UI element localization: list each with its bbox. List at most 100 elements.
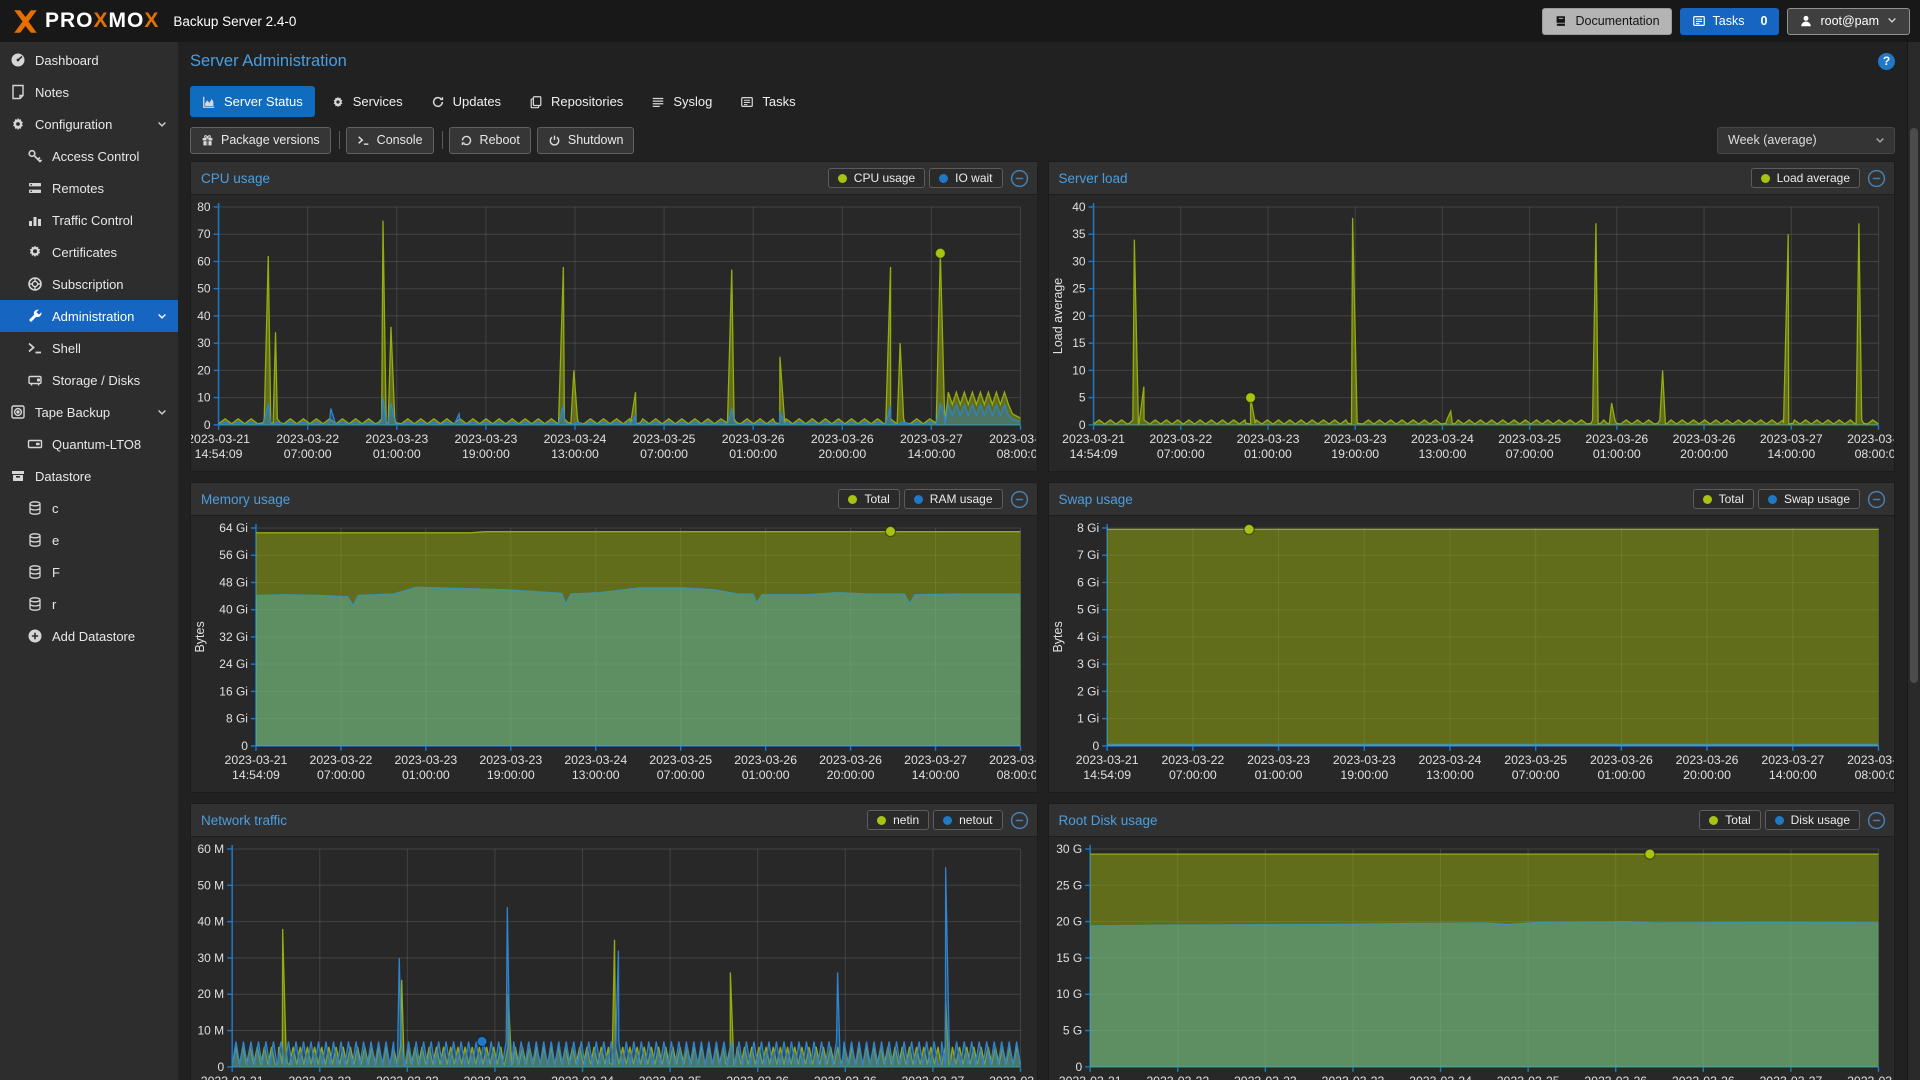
plus-circle-icon (27, 628, 43, 644)
tab-label: Updates (453, 94, 501, 109)
load-panel-title: Server load (1059, 171, 1128, 186)
swap-chart: 8 Gi7 Gi6 Gi5 Gi4 Gi3 Gi2 Gi1 Gi02023-03… (1049, 516, 1894, 792)
user-icon (1799, 14, 1813, 28)
chevron-down-icon (156, 406, 168, 418)
legend-cpu-0[interactable]: CPU usage (828, 168, 925, 188)
package-versions-button[interactable]: Package versions (190, 127, 331, 154)
rows-icon (27, 180, 43, 196)
legend-network-0[interactable]: netin (867, 810, 929, 830)
legend-label: CPU usage (854, 171, 915, 185)
legend-dot (877, 816, 886, 825)
legend-swap-0[interactable]: Total (1693, 489, 1754, 509)
sidebar-item-notes[interactable]: Notes (0, 76, 178, 108)
legend-label: Load average (1777, 171, 1850, 185)
sidebar-item-quantum-lto8[interactable]: Quantum-LTO8 (0, 428, 178, 460)
sidebar-item-e[interactable]: e (0, 524, 178, 556)
sidebar-item-shell[interactable]: Shell (0, 332, 178, 364)
tab-services[interactable]: Services (319, 86, 415, 117)
sidebar-item-label: Quantum-LTO8 (52, 437, 141, 452)
network-panel-header: Network trafficnetinnetout (191, 804, 1037, 837)
sidebar-item-administration[interactable]: Administration (0, 300, 178, 332)
memory-chart: 64 Gi56 Gi48 Gi40 Gi32 Gi24 Gi16 Gi8 Gi0… (191, 516, 1036, 792)
svg-text:15 G: 15 G (1056, 951, 1082, 965)
svg-text:8 Gi: 8 Gi (226, 712, 248, 726)
time-range-select[interactable]: Week (average) (1717, 127, 1895, 154)
rootdisk-legend: Total Disk usage (1699, 810, 1860, 830)
user-menu-button[interactable]: root@pam (1787, 8, 1910, 35)
legend-memory-0[interactable]: Total (838, 489, 899, 509)
svg-text:30 M: 30 M (198, 951, 225, 965)
legend-dot (943, 816, 952, 825)
svg-text:15: 15 (1072, 336, 1086, 350)
toolbar-button-label: Shutdown (568, 133, 624, 147)
svg-text:6 Gi: 6 Gi (1077, 575, 1099, 589)
top-header: PROXMOX Backup Server 2.4-0 Documentatio… (0, 0, 1920, 42)
swap-chart-body: 8 Gi7 Gi6 Gi5 Gi4 Gi3 Gi2 Gi1 Gi02023-03… (1049, 516, 1895, 792)
box-icon (10, 468, 26, 484)
sidebar-item-f[interactable]: F (0, 556, 178, 588)
sidebar-item-tape-backup[interactable]: Tape Backup (0, 396, 178, 428)
cpu-chart: 807060504030201002023-03-2114:54:092023-… (191, 195, 1036, 471)
main-area: DashboardNotesConfigurationAccess Contro… (0, 42, 1920, 1080)
legend-network-1[interactable]: netout (933, 810, 1002, 830)
sidebar-item-configuration[interactable]: Configuration (0, 108, 178, 140)
legend-rootdisk-1[interactable]: Disk usage (1765, 810, 1860, 830)
tab-repositories[interactable]: Repositories (517, 86, 635, 117)
collapse-panel-icon[interactable] (1867, 811, 1886, 830)
sidebar-item-add-datastore[interactable]: Add Datastore (0, 620, 178, 652)
documentation-button[interactable]: Documentation (1542, 8, 1671, 35)
svg-text:10 G: 10 G (1056, 987, 1082, 1001)
sidebar-item-access-control[interactable]: Access Control (0, 140, 178, 172)
sidebar-item-dashboard[interactable]: Dashboard (0, 44, 178, 76)
sidebar-item-traffic-control[interactable]: Traffic Control (0, 204, 178, 236)
svg-text:2023-03-2207:00:00: 2023-03-2207:00:00 (1161, 753, 1224, 782)
shutdown-button[interactable]: Shutdown (537, 127, 635, 154)
sidebar-item-certificates[interactable]: Certificates (0, 236, 178, 268)
legend-cpu-1[interactable]: IO wait (929, 168, 1002, 188)
console-button[interactable]: Console (346, 127, 434, 154)
sidebar-item-datastore[interactable]: Datastore (0, 460, 178, 492)
svg-text:56 Gi: 56 Gi (219, 548, 248, 562)
legend-rootdisk-0[interactable]: Total (1699, 810, 1760, 830)
sidebar-item-remotes[interactable]: Remotes (0, 172, 178, 204)
sidebar-item-r[interactable]: r (0, 588, 178, 620)
svg-text:2023-03-2808:00:00: 2023-03-2808:00:00 (989, 753, 1036, 782)
help-icon[interactable]: ? (1878, 53, 1895, 70)
tab-updates[interactable]: Updates (419, 86, 513, 117)
brand-text: PROXMOX (45, 9, 159, 33)
tab-tasks[interactable]: Tasks (728, 86, 807, 117)
tab-server-status[interactable]: Server Status (190, 86, 315, 117)
network-chart-body: 60 M50 M40 M30 M20 M10 M02023-03-2114:54… (191, 837, 1037, 1080)
sidebar-item-label: Certificates (52, 245, 117, 260)
collapse-panel-icon[interactable] (1010, 169, 1029, 188)
note-icon (10, 84, 26, 100)
terminal-icon (357, 134, 370, 147)
svg-text:40 Gi: 40 Gi (219, 603, 248, 617)
collapse-panel-icon[interactable] (1867, 169, 1886, 188)
gauge-icon (10, 52, 26, 68)
svg-text:2023-03-2301:00:00: 2023-03-2301:00:00 (394, 753, 457, 782)
tab-syslog[interactable]: Syslog (639, 86, 724, 117)
legend-memory-1[interactable]: RAM usage (904, 489, 1003, 509)
scrollbar-thumb[interactable] (1910, 128, 1918, 683)
refresh-icon (431, 95, 445, 109)
svg-text:2023-03-2319:00:00: 2023-03-2319:00:00 (1321, 1074, 1384, 1080)
collapse-panel-icon[interactable] (1010, 490, 1029, 509)
legend-dot (1768, 495, 1777, 504)
collapse-panel-icon[interactable] (1010, 811, 1029, 830)
reboot-button[interactable]: Reboot (449, 127, 531, 154)
legend-label: Disk usage (1791, 813, 1850, 827)
cpu-panel-header: CPU usageCPU usageIO wait (191, 162, 1037, 195)
sidebar-item-label: Traffic Control (52, 213, 133, 228)
proxmox-logo[interactable]: PROXMOX (12, 8, 159, 35)
tasks-button[interactable]: Tasks 0 (1680, 8, 1780, 35)
legend-load-0[interactable]: Load average (1751, 168, 1860, 188)
tasks-label: Tasks (1713, 14, 1745, 28)
legend-swap-1[interactable]: Swap usage (1758, 489, 1860, 509)
sidebar-item-subscription[interactable]: Subscription (0, 268, 178, 300)
collapse-panel-icon[interactable] (1867, 490, 1886, 509)
load-panel: Server loadLoad average40353025201510502… (1048, 161, 1896, 472)
sidebar-item-c[interactable]: c (0, 492, 178, 524)
sidebar-item-storage-disks[interactable]: Storage / Disks (0, 364, 178, 396)
vertical-scrollbar[interactable] (1907, 42, 1920, 1080)
